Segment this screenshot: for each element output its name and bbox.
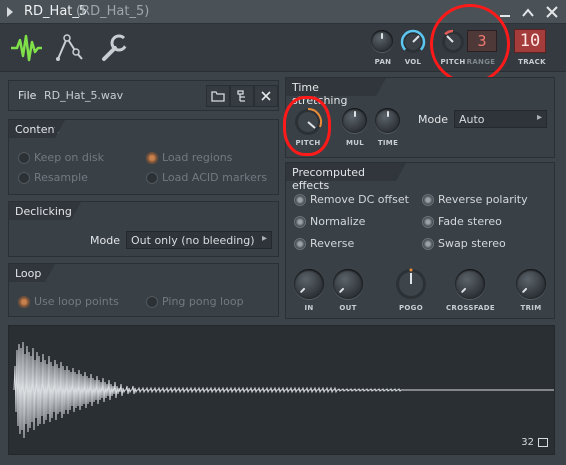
in-label: IN (304, 304, 314, 312)
pogo-label: POGO (399, 304, 423, 312)
file-label: File (18, 89, 37, 102)
annotation-circle-pitch (283, 96, 331, 156)
file-name: RD_Hat_5.wav (44, 89, 124, 102)
track-display[interactable]: 10 (514, 29, 546, 53)
folder-icon[interactable] (206, 85, 230, 107)
pogo-knob[interactable] (394, 267, 428, 301)
content-panel: Content Keep on disk Load regions Resamp… (8, 119, 279, 195)
declicking-mode-label: Mode (90, 234, 120, 247)
clear-file-icon[interactable] (254, 85, 278, 107)
pan-knob[interactable] (371, 30, 393, 52)
stretch-mul-knob[interactable] (342, 108, 367, 133)
track-label: TRACK (518, 58, 546, 66)
stretch-mode-label: Mode (418, 113, 448, 126)
resolution-value: 32 (521, 437, 534, 448)
precomputed-effects-panel: Precomputed effects Remove DC offset Rev… (285, 162, 555, 319)
keep-on-disk-radio[interactable]: Keep on disk (18, 151, 104, 164)
zoom-icon[interactable] (538, 438, 548, 447)
stretch-mode-select[interactable]: Auto (454, 110, 547, 128)
loop-panel: Loop Use loop points Ping pong loop (8, 263, 279, 317)
close-icon[interactable] (543, 3, 561, 21)
declicking-heading: Declicking (9, 202, 81, 220)
out-knob[interactable] (333, 269, 363, 299)
vol-knob[interactable] (398, 27, 428, 57)
normalize-radio[interactable]: Normalize (294, 215, 365, 228)
stretch-time-label: TIME (377, 139, 399, 147)
time-stretching-panel: Time stretching PITCH MUL TIME Mode Auto (283, 77, 555, 158)
triangle-right-icon[interactable] (7, 7, 13, 17)
resample-radio[interactable]: Resample (18, 171, 88, 184)
reverse-radio[interactable]: Reverse (294, 237, 354, 250)
tree-icon[interactable] (230, 85, 254, 107)
reverse-polarity-radio[interactable]: Reverse polarity (422, 193, 528, 206)
stretch-mul-label: MUL (345, 139, 364, 147)
precomputed-heading: Precomputed effects (286, 163, 406, 192)
in-knob[interactable] (294, 269, 324, 299)
content-heading: Content (9, 120, 65, 138)
wrench-tab-icon[interactable] (96, 32, 132, 64)
time-stretching-heading: Time stretching (286, 78, 386, 107)
loop-heading: Loop (9, 264, 55, 282)
annotation-circle (430, 4, 510, 84)
load-regions-radio[interactable]: Load regions (146, 151, 232, 164)
declicking-panel: Declicking Mode Out only (no bleeding) (8, 201, 279, 257)
use-loop-points-radio[interactable]: Use loop points (18, 295, 119, 308)
toolbar: PAN VOL PITCH 3 RANGE 10 TRACK (0, 4, 566, 84)
ping-pong-loop-radio[interactable]: Ping pong loop (146, 295, 244, 308)
trim-label: TRIM (520, 304, 542, 312)
trim-knob[interactable] (516, 269, 546, 299)
crossfade-knob[interactable] (455, 269, 485, 299)
remove-dc-offset-radio[interactable]: Remove DC offset (294, 193, 409, 206)
stretch-time-knob[interactable] (375, 108, 400, 133)
declicking-mode-select[interactable]: Out only (no bleeding) (126, 231, 272, 249)
vol-label: VOL (404, 58, 422, 66)
pan-label: PAN (374, 58, 392, 66)
envelope-tab-icon[interactable] (52, 32, 88, 64)
swap-stereo-radio[interactable]: Swap stereo (422, 237, 506, 250)
load-acid-markers-radio[interactable]: Load ACID markers (146, 171, 267, 184)
fade-stereo-radio[interactable]: Fade stereo (422, 215, 502, 228)
waveform-display[interactable]: 32 (8, 325, 555, 455)
file-panel: File RD_Hat_5.wav (8, 80, 279, 111)
crossfade-label: CROSSFADE (446, 304, 495, 312)
waveform-graphic (13, 341, 554, 439)
window-subtitle: (RD_Hat_5) (76, 4, 150, 19)
waveform-tab-icon[interactable] (8, 32, 44, 64)
restore-icon[interactable] (519, 3, 537, 21)
out-label: OUT (339, 304, 357, 312)
